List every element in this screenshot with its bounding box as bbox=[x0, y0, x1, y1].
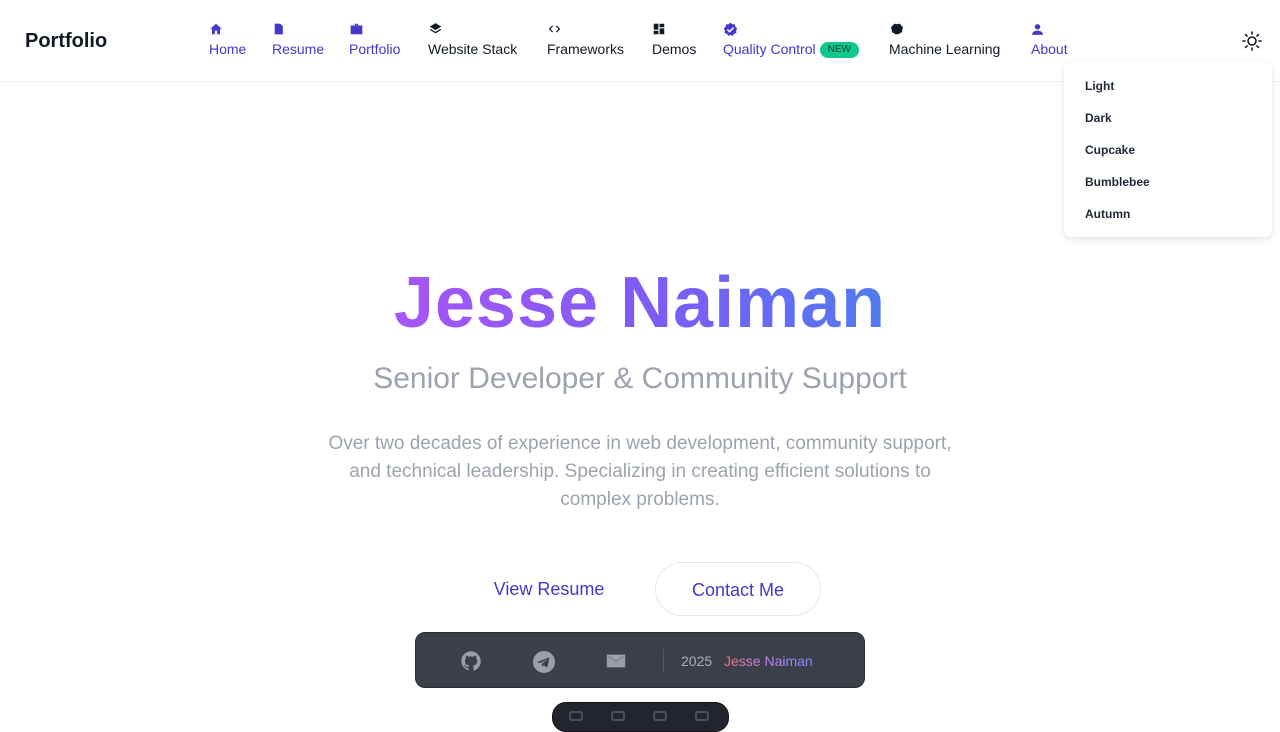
hero-subtitle: Senior Developer & Community Support bbox=[373, 362, 907, 395]
hero-description: Over two decades of experience in web de… bbox=[328, 433, 952, 510]
nav-item-label: Portfolio bbox=[349, 41, 401, 57]
theme-option-autumn[interactable]: Autumn bbox=[1064, 198, 1272, 230]
footer-bar: 2025 Jesse Naiman bbox=[415, 632, 865, 688]
nav-item-label: Frameworks bbox=[547, 41, 625, 57]
briefcase-icon bbox=[349, 20, 364, 38]
telegram-icon[interactable] bbox=[532, 650, 555, 673]
nav-item-frameworks[interactable]: Frameworks bbox=[547, 20, 624, 59]
nav-item-label: Resume bbox=[272, 41, 325, 57]
nav-item-label: Quality Control bbox=[723, 41, 816, 57]
hero-title: Jesse Naiman bbox=[0, 262, 1280, 344]
footer-divider bbox=[663, 649, 664, 673]
nav-item-label: Website Stack bbox=[428, 41, 518, 57]
home-icon bbox=[209, 20, 223, 38]
nav-item-home[interactable]: Home bbox=[209, 20, 246, 59]
nav-item-label: Demos bbox=[652, 41, 697, 57]
document-icon bbox=[272, 20, 285, 38]
theme-option-cupcake[interactable]: Cupcake bbox=[1064, 134, 1272, 166]
nav-item-website-stack[interactable]: Website Stack bbox=[428, 20, 517, 59]
verified-badge-icon bbox=[723, 20, 738, 38]
layers-icon bbox=[428, 20, 443, 38]
sun-icon bbox=[1240, 31, 1264, 57]
brain-icon bbox=[889, 20, 905, 38]
theme-toggle-button[interactable] bbox=[1240, 29, 1264, 53]
theme-option-bumblebee[interactable]: Bumblebee bbox=[1064, 166, 1272, 198]
theme-dropdown: Light Dark Cupcake Bumblebee Autumn bbox=[1064, 62, 1272, 237]
nav-item-label: About bbox=[1031, 41, 1068, 57]
brand-logo[interactable]: Portfolio bbox=[25, 30, 107, 53]
github-icon[interactable] bbox=[460, 650, 482, 672]
footer-year: 2025 bbox=[681, 653, 713, 669]
new-badge: NEW bbox=[819, 42, 859, 59]
nav-item-machine-learning[interactable]: Machine Learning bbox=[889, 20, 1000, 59]
code-icon bbox=[547, 20, 562, 38]
theme-option-light[interactable]: Light bbox=[1064, 70, 1272, 102]
view-resume-button[interactable]: View Resume bbox=[470, 566, 628, 612]
nav-item-resume[interactable]: Resume bbox=[272, 20, 324, 59]
person-icon bbox=[1031, 20, 1044, 38]
contact-me-button[interactable]: Contact Me bbox=[655, 562, 821, 616]
nav-item-quality-control[interactable]: Quality Control NEW bbox=[723, 20, 859, 59]
dashboard-icon bbox=[652, 20, 666, 38]
bottom-dock bbox=[552, 702, 729, 732]
nav-item-demos[interactable]: Demos bbox=[652, 20, 696, 59]
theme-option-dark[interactable]: Dark bbox=[1064, 102, 1272, 134]
email-icon[interactable] bbox=[605, 650, 627, 672]
nav-item-portfolio[interactable]: Portfolio bbox=[349, 20, 400, 59]
nav-item-about[interactable]: About bbox=[1031, 20, 1068, 59]
nav-item-label: Machine Learning bbox=[889, 41, 1001, 57]
nav-item-label: Home bbox=[209, 41, 247, 57]
footer-name: Jesse Naiman bbox=[724, 653, 813, 669]
hero-name: Jesse Naiman bbox=[393, 263, 887, 343]
